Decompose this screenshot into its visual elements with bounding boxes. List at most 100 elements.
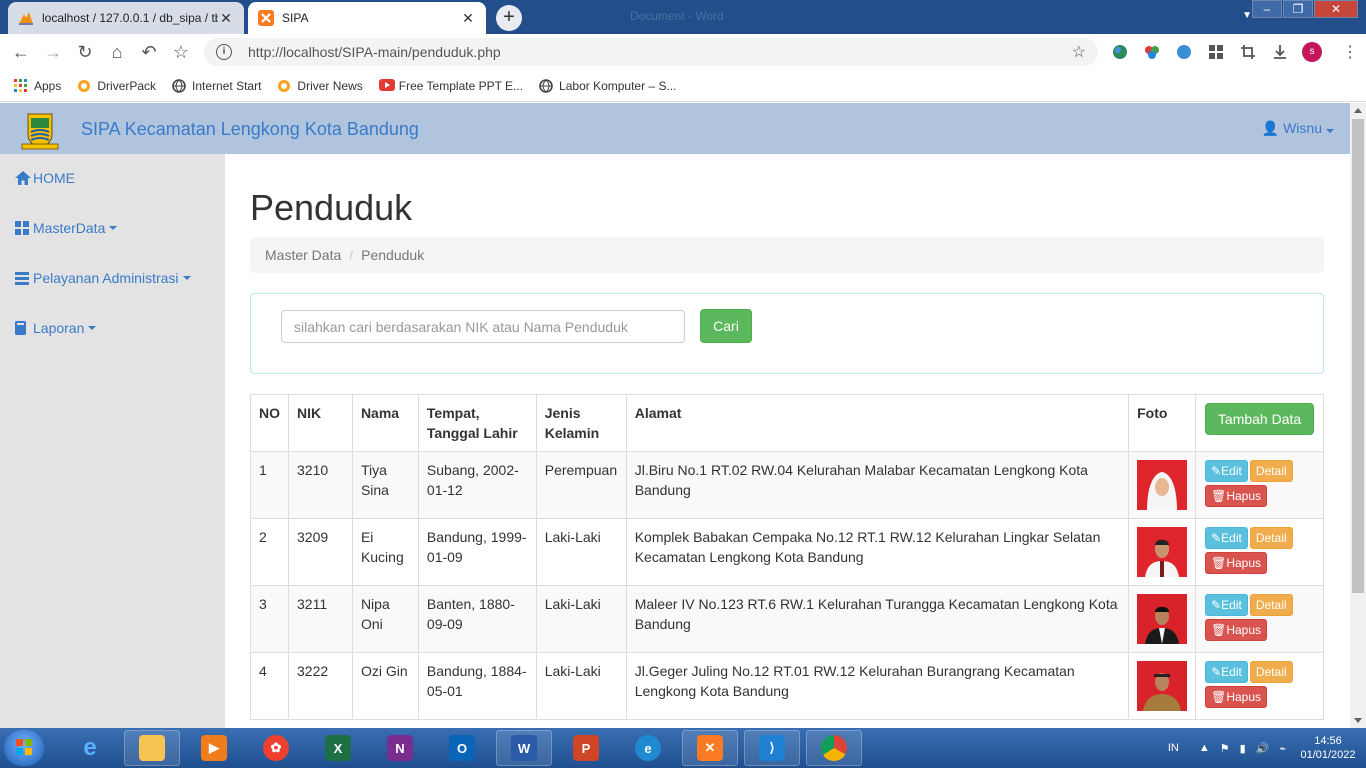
taskbar-excel[interactable]: X [310,730,366,766]
taskbar-edge[interactable]: e [620,730,676,766]
taskbar-app-red[interactable]: ✿ [248,730,304,766]
extensions-puzzle-icon[interactable] [1208,44,1224,60]
delete-button[interactable]: 🗑Hapus [1205,552,1268,574]
tab-phpmyadmin[interactable]: localhost / 127.0.0.1 / db_sipa / tb_pen… [8,2,244,34]
detail-button[interactable]: Detail [1249,460,1293,482]
edit-button[interactable]: ✎Edit [1205,661,1248,683]
window-close-button[interactable]: ✕ [1314,0,1358,18]
sidebar-item-laporan[interactable]: Laporan [15,320,97,336]
taskbar-explorer[interactable] [124,730,180,766]
action-center-icon[interactable]: ⚑ [1220,742,1230,755]
url-text: http://localhost/SIPA-main/penduduk.php [248,44,501,60]
bookmark-label: Driver News [297,78,363,93]
driverpack-icon [277,79,291,93]
tray-expand-icon[interactable]: ▲ [1199,742,1210,754]
header-ttl: Tempat, Tanggal Lahir [417,394,537,452]
tab-sipa[interactable]: SIPA ✕ [248,2,486,34]
edit-button[interactable]: ✎Edit [1205,527,1248,549]
close-tab-icon[interactable]: ✕ [460,10,476,27]
detail-button[interactable]: Detail [1249,527,1293,549]
taskbar-ie[interactable]: e [62,730,118,766]
bookmark-page-star-icon[interactable]: ☆ [1072,42,1086,62]
new-tab-button[interactable]: + [496,5,522,31]
site-info-icon[interactable]: i [216,44,232,60]
home-icon[interactable]: ⌂ [106,41,128,63]
user-icon: 👤 [1261,120,1280,136]
page-scrollbar[interactable] [1350,103,1366,728]
back-arrow-icon[interactable]: ← [10,41,32,63]
profile-avatar[interactable]: s [1302,42,1322,62]
taskbar-word[interactable]: W [496,730,552,766]
search-button[interactable]: Cari [700,309,752,343]
sidebar-item-masterdata[interactable]: MasterData [15,220,118,236]
undo-icon[interactable]: ↶ [138,41,160,63]
delete-label: Hapus [1226,489,1262,503]
scroll-down-arrow-icon[interactable] [1354,718,1362,723]
taskbar-chrome[interactable] [806,730,862,766]
browser-tab-strip: localhost / 127.0.0.1 / db_sipa / tb_pen… [0,0,1366,34]
delete-button[interactable]: 🗑Hapus [1205,686,1268,708]
background-window-title: Document - Word [630,9,724,23]
cell-actions: ✎Edit Detail 🗑Hapus [1195,585,1324,653]
battery-icon[interactable]: ▮ [1240,742,1246,755]
cell-ttl: Bandung, 1999-01-09 [417,518,537,586]
bookmark-internet-start[interactable]: Internet Start [172,79,261,93]
forward-arrow-icon[interactable]: → [42,41,64,63]
app-brand[interactable]: SIPA Kecamatan Lengkong Kota Bandung [81,119,419,140]
network-icon[interactable]: ⌁ [1279,742,1286,755]
bookmark-driver-news[interactable]: Driver News [277,78,363,93]
reload-icon[interactable]: ↻ [74,41,96,63]
crop-icon[interactable] [1240,44,1256,60]
cell-actions: ✎Edit Detail 🗑Hapus [1195,652,1324,720]
bookmark-driverpack[interactable]: DriverPack [77,79,156,93]
taskbar-powerpoint[interactable]: P [558,730,614,766]
cell-actions: ✎Edit Detail 🗑Hapus [1195,518,1324,586]
user-menu[interactable]: 👤 Wisnu [1262,120,1334,137]
browser-toolbar: ← → ↻ ⌂ ↶ ☆ i http://localhost/SIPA-main… [0,34,1366,70]
bookmark-star-icon[interactable]: ☆ [170,41,192,63]
clock[interactable]: 14:56 01/01/2022 [1290,734,1366,762]
search-panel: Cari [250,293,1324,374]
scrollbar-thumb[interactable] [1352,119,1364,593]
cell-nama: Tiya Sina [351,451,419,519]
bookmark-apps[interactable]: Apps [14,78,61,93]
caret-down-icon [1326,129,1334,133]
start-button[interactable] [4,730,44,766]
sidebar-item-home[interactable]: HOME [15,170,75,186]
taskbar-xampp[interactable]: ✕ [682,730,738,766]
close-tab-icon[interactable]: ✕ [218,10,234,27]
search-input[interactable] [281,310,685,343]
address-bar[interactable]: i http://localhost/SIPA-main/penduduk.ph… [204,38,1098,66]
taskbar-media[interactable]: ▶ [186,730,242,766]
bookmark-labor-komputer[interactable]: Labor Komputer – S... [539,79,676,93]
taskbar-outlook[interactable]: O [434,730,490,766]
extension-edge-icon[interactable] [1176,44,1192,60]
delete-button[interactable]: 🗑Hapus [1205,485,1268,507]
delete-label: Hapus [1226,690,1262,704]
browser-menu-icon[interactable]: ⋮ [1342,42,1358,62]
taskbar-onenote[interactable]: N [372,730,428,766]
extension-color-icon[interactable] [1144,44,1160,60]
cell-jenis-kelamin: Laki-Laki [535,652,627,720]
powerpoint-icon: P [573,735,599,761]
extension-globe-icon[interactable] [1112,44,1128,60]
cell-ttl: Bandung, 1884-05-01 [417,652,537,720]
scroll-up-arrow-icon[interactable] [1354,108,1362,113]
language-indicator[interactable]: IN [1168,742,1179,754]
bookmark-free-template[interactable]: Free Template PPT E... [378,78,523,93]
detail-button[interactable]: Detail [1249,661,1293,683]
edit-button[interactable]: ✎Edit [1205,594,1248,616]
volume-icon[interactable]: 🔊 [1256,742,1270,755]
breadcrumb-item-master-data[interactable]: Master Data [265,247,341,263]
maximize-button[interactable]: ❐ [1283,0,1313,18]
header-ttl-line1: Tempat, [426,405,480,421]
edit-button[interactable]: ✎Edit [1205,460,1248,482]
sidebar-item-pelayanan[interactable]: Pelayanan Administrasi [15,270,191,286]
bandung-logo-icon[interactable] [20,110,60,150]
delete-button[interactable]: 🗑Hapus [1205,619,1268,641]
add-data-button[interactable]: Tambah Data [1204,403,1315,435]
download-icon[interactable] [1272,44,1288,60]
minimize-button[interactable]: – [1252,0,1282,18]
taskbar-vscode[interactable]: ⟩ [744,730,800,766]
detail-button[interactable]: Detail [1249,594,1293,616]
